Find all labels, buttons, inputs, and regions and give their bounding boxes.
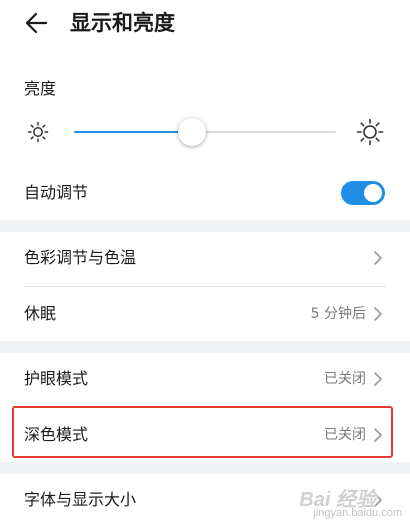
- watermark-url: jingyan.baidu.com: [313, 507, 402, 519]
- row-label: 字体与显示大小: [24, 490, 137, 509]
- brightness-slider[interactable]: [74, 117, 336, 147]
- chevron-right-icon: [374, 372, 382, 386]
- toggle-knob: [364, 184, 382, 202]
- row-label: 色彩调节与色温: [24, 248, 137, 267]
- back-arrow-icon[interactable]: [24, 10, 50, 36]
- sun-small-icon: [27, 121, 49, 143]
- row-label: 休眠: [24, 304, 57, 323]
- page-title: 显示和亮度: [70, 11, 175, 35]
- row-value: 已关闭: [324, 371, 366, 387]
- brightness-label: 亮度: [24, 79, 57, 98]
- slider-fill: [74, 131, 192, 133]
- auto-adjust-label: 自动调节: [24, 183, 89, 202]
- dark-mode-highlight: [12, 406, 393, 458]
- slider-thumb[interactable]: [178, 118, 206, 146]
- baidu-watermark: Bai 经验 jingyan.baidu.com: [282, 483, 402, 521]
- row-label: 护眼模式: [24, 369, 89, 388]
- sun-large-icon: [356, 118, 384, 146]
- sleep-row[interactable]: 休眠 5 分钟后: [0, 286, 410, 342]
- auto-adjust-toggle[interactable]: [341, 181, 385, 205]
- chevron-right-icon: [374, 251, 382, 265]
- row-value: 5 分钟后: [310, 306, 366, 322]
- top-app-bar: 显示和亮度: [0, 0, 410, 48]
- eye-comfort-row[interactable]: 护眼模式 已关闭: [0, 351, 410, 407]
- chevron-right-icon: [374, 307, 382, 321]
- color-temperature-row[interactable]: 色彩调节与色温: [0, 230, 410, 286]
